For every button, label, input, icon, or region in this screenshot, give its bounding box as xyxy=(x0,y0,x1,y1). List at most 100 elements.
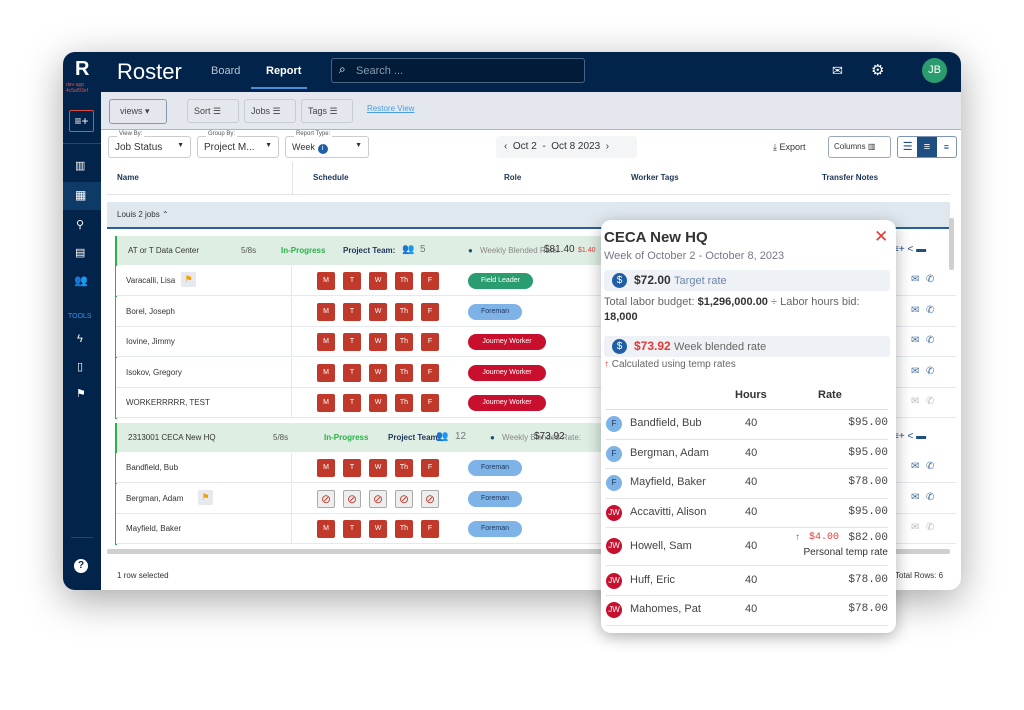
schedule-day-chip[interactable]: T xyxy=(343,459,361,477)
schedule-day-chip[interactable]: F xyxy=(421,272,439,290)
comment-icon[interactable]: ▬ xyxy=(916,431,926,442)
views-dropdown[interactable]: views ▾ xyxy=(109,99,167,124)
report-type-select[interactable]: Report Type: Week i ▼ xyxy=(285,131,369,158)
phone-icon[interactable]: ✆ xyxy=(926,305,934,316)
restore-view-link[interactable]: Restore View xyxy=(367,104,414,113)
view-by-select[interactable]: View By: Job Status ▼ xyxy=(108,131,191,158)
schedule-day-chip[interactable]: T xyxy=(343,520,361,538)
prev-week-icon[interactable]: ‹ xyxy=(504,141,507,152)
chevron-up-icon[interactable]: ⌃ xyxy=(162,210,169,219)
density-comfortable-icon[interactable]: ☰ xyxy=(898,137,917,157)
unavailable-day-icon[interactable]: ⊘ xyxy=(395,489,413,508)
phone-icon[interactable]: ✆ xyxy=(926,492,934,503)
help-icon[interactable]: ? xyxy=(74,559,88,573)
group-by-select[interactable]: Group By: Project M... ▼ xyxy=(197,131,279,158)
schedule-day-chip[interactable]: W xyxy=(369,363,387,382)
building-icon[interactable]: ▤ xyxy=(75,246,85,259)
location-icon[interactable]: ⚲ xyxy=(76,218,84,231)
schedule-day-chip[interactable]: F xyxy=(421,459,439,477)
email-icon[interactable]: ✉ xyxy=(911,461,919,472)
schedule-day-chip[interactable]: M xyxy=(317,363,335,382)
email-icon[interactable]: ✉ xyxy=(911,274,919,285)
schedule-day-chip[interactable]: M xyxy=(317,520,335,538)
phone-icon[interactable]: ✆ xyxy=(926,366,934,377)
export-button[interactable]: ⤓ Export xyxy=(773,142,806,153)
tab-report[interactable]: Report xyxy=(266,65,301,77)
flag-icon[interactable]: ⚑ xyxy=(76,387,86,400)
schedule-day-chip[interactable]: T xyxy=(343,302,361,321)
unavailable-day-icon[interactable]: ⊘ xyxy=(317,489,335,508)
phone-icon[interactable]: ✆ xyxy=(926,522,934,533)
schedule-day-chip[interactable]: T xyxy=(343,272,361,290)
user-avatar[interactable]: JB xyxy=(922,58,947,83)
schedule-day-chip[interactable]: F xyxy=(421,363,439,382)
phone-icon[interactable]: ✆ xyxy=(926,461,934,472)
density-compact-icon[interactable]: ≡ xyxy=(937,137,956,157)
schedule-day-chip[interactable]: Th xyxy=(395,302,413,321)
col-header-schedule[interactable]: Schedule xyxy=(313,173,349,182)
columns-button[interactable]: Columns ▥ xyxy=(828,136,891,158)
col-header-name[interactable]: Name xyxy=(117,173,139,182)
schedule-day-chip[interactable]: Th xyxy=(395,520,413,538)
schedule-day-chip[interactable]: M xyxy=(317,272,335,290)
add-list-icon[interactable]: ≡+ xyxy=(69,110,94,132)
col-header-role[interactable]: Role xyxy=(504,173,521,182)
schedule-day-chip[interactable]: T xyxy=(343,394,361,412)
schedule-day-chip[interactable]: Th xyxy=(395,394,413,412)
schedule-day-chip[interactable]: M xyxy=(317,302,335,321)
schedule-day-chip[interactable]: T xyxy=(343,363,361,382)
phone-icon[interactable]: ✆ xyxy=(926,396,934,407)
phone-icon[interactable]: ✆ xyxy=(926,335,934,346)
schedule-day-chip[interactable]: M xyxy=(317,459,335,477)
email-icon[interactable]: ✉ xyxy=(911,366,919,377)
people-icon[interactable]: 👥 xyxy=(74,274,88,287)
email-icon[interactable]: ✉ xyxy=(911,492,919,503)
flag-icon[interactable]: ⚑ xyxy=(181,272,196,287)
tab-board[interactable]: Board xyxy=(211,65,240,77)
schedule-day-chip[interactable]: W xyxy=(369,520,387,538)
gear-icon[interactable]: ⚙ xyxy=(871,61,884,79)
schedule-day-chip[interactable]: T xyxy=(343,333,361,351)
share-icon[interactable]: < xyxy=(907,244,913,255)
vertical-scrollbar[interactable] xyxy=(949,218,954,270)
job-header-row[interactable]: AT or T Data Center 5/8s In-Progress Projec… xyxy=(116,236,616,265)
jobs-filter-button[interactable]: Jobs ☰ xyxy=(244,99,296,123)
comment-icon[interactable]: ▬ xyxy=(916,244,926,255)
schedule-day-chip[interactable]: F xyxy=(421,394,439,412)
search-input[interactable]: Search ... xyxy=(331,58,585,83)
schedule-day-chip[interactable]: F xyxy=(421,520,439,538)
schedule-day-chip[interactable]: W xyxy=(369,333,387,351)
lightning-icon[interactable]: ϟ xyxy=(77,333,83,345)
remote-icon[interactable]: ▯ xyxy=(77,360,83,373)
col-header-transfer-notes[interactable]: Transfer Notes xyxy=(822,173,878,182)
schedule-day-chip[interactable]: F xyxy=(421,333,439,351)
col-header-worker-tags[interactable]: Worker Tags xyxy=(631,173,679,182)
schedule-day-chip[interactable]: M xyxy=(317,333,335,351)
schedule-day-chip[interactable]: Th xyxy=(395,363,413,382)
schedule-day-chip[interactable]: M xyxy=(317,394,335,412)
chart-icon[interactable]: ▥ xyxy=(75,159,85,172)
schedule-day-chip[interactable]: Th xyxy=(395,459,413,477)
job-header-row[interactable]: 2313001 CECA New HQ 5/8s In-Progress Projec… xyxy=(116,423,616,452)
unavailable-day-icon[interactable]: ⊘ xyxy=(421,489,439,508)
density-standard-icon[interactable]: ≡ xyxy=(917,137,937,157)
mail-icon[interactable]: ✉ xyxy=(832,63,843,79)
schedule-day-chip[interactable]: W xyxy=(369,272,387,290)
schedule-day-chip[interactable]: W xyxy=(369,302,387,321)
info-icon[interactable]: i xyxy=(317,144,328,154)
phone-icon[interactable]: ✆ xyxy=(926,274,934,285)
schedule-day-chip[interactable]: Th xyxy=(395,272,413,290)
unavailable-day-icon[interactable]: ⊘ xyxy=(343,489,361,508)
email-icon[interactable]: ✉ xyxy=(911,335,919,346)
tags-filter-button[interactable]: Tags ☰ xyxy=(301,99,353,123)
table-icon[interactable]: ▦ xyxy=(75,188,86,202)
schedule-day-chip[interactable]: Th xyxy=(395,333,413,351)
close-icon[interactable]: ✕ xyxy=(874,227,888,247)
unavailable-day-icon[interactable]: ⊘ xyxy=(369,489,387,508)
sort-button[interactable]: Sort ☰ xyxy=(187,99,239,123)
email-icon[interactable]: ✉ xyxy=(911,396,919,407)
email-icon[interactable]: ✉ xyxy=(911,522,919,533)
schedule-day-chip[interactable]: W xyxy=(369,394,387,412)
schedule-day-chip[interactable]: W xyxy=(369,459,387,477)
share-icon[interactable]: < xyxy=(907,431,913,442)
